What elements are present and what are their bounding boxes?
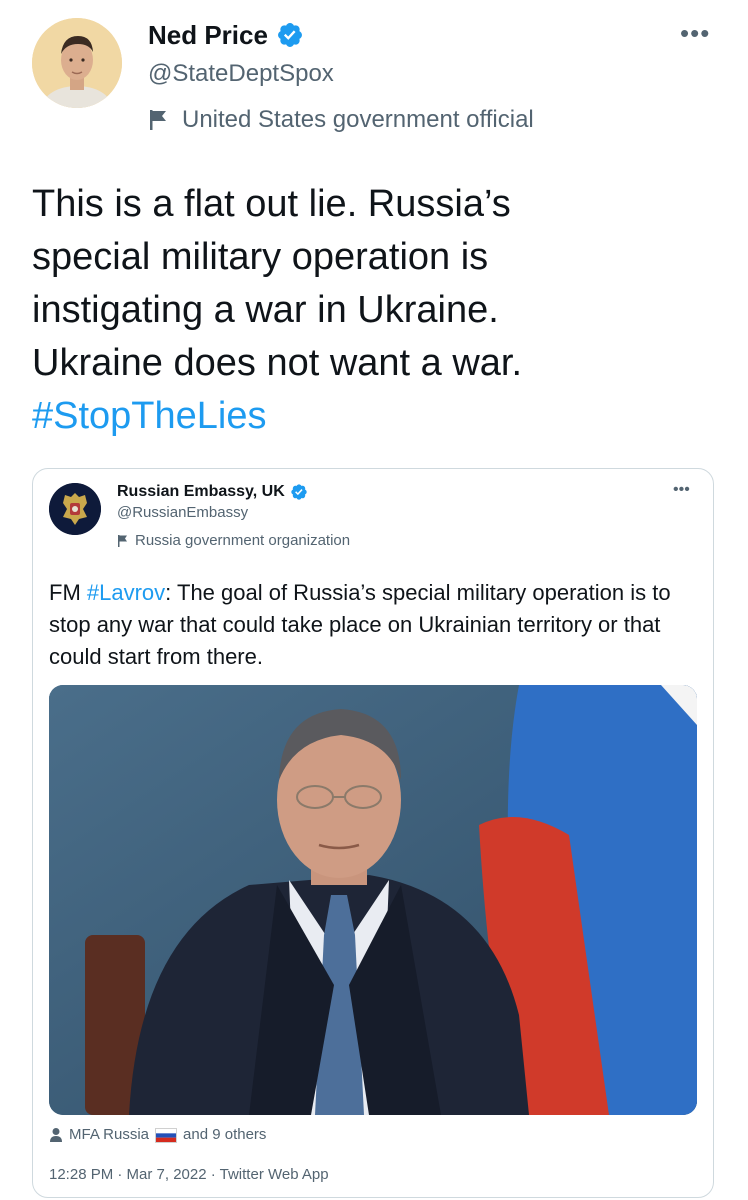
quoted-more-icon[interactable]: ••• bbox=[673, 481, 690, 499]
quoted-author-name[interactable]: Russian Embassy, UK bbox=[117, 481, 308, 503]
avatar-photo bbox=[32, 18, 122, 108]
person-icon bbox=[50, 1128, 62, 1142]
quoted-media-photo[interactable] bbox=[49, 685, 697, 1115]
author-handle[interactable]: @StateDeptSpox bbox=[148, 58, 334, 90]
quoted-text-prefix: FM bbox=[49, 580, 87, 605]
quoted-affiliation-text: Russia government organization bbox=[135, 532, 351, 549]
tagged-others[interactable]: and 9 others bbox=[183, 1125, 266, 1145]
tagged-primary[interactable]: MFA Russia bbox=[69, 1125, 149, 1145]
author-name-text[interactable]: Ned Price bbox=[148, 18, 268, 52]
author-name[interactable]: Ned Price bbox=[148, 18, 304, 52]
quoted-affiliation-label: Russia government organization bbox=[117, 531, 350, 551]
flag-icon bbox=[118, 535, 127, 547]
quoted-tweet-card[interactable]: Russian Embassy, UK @RussianEmbassy Russ… bbox=[32, 468, 714, 1198]
quoted-author-handle[interactable]: @RussianEmbassy bbox=[117, 503, 248, 523]
quoted-timestamp[interactable]: 12:28 PM · Mar 7, 2022 · Twitter Web App bbox=[49, 1165, 329, 1185]
tagged-users[interactable]: MFA Russia and 9 others bbox=[49, 1125, 266, 1145]
hashtag-link[interactable]: #StopTheLies bbox=[32, 390, 722, 443]
affiliation-text: United States government official bbox=[182, 106, 534, 133]
flag-icon bbox=[150, 110, 166, 130]
more-icon[interactable]: ••• bbox=[680, 20, 710, 46]
tweet-text-line: special military operation is bbox=[32, 236, 489, 278]
avatar[interactable] bbox=[32, 18, 122, 108]
verified-badge-icon bbox=[277, 23, 302, 47]
coat-of-arms-icon bbox=[49, 483, 101, 535]
tweet-text: This is a flat out lie. Russia’s special… bbox=[32, 178, 722, 443]
quoted-tweet-text: FM #Lavrov: The goal of Russia’s special… bbox=[49, 577, 699, 673]
quoted-hashtag-link[interactable]: #Lavrov bbox=[87, 580, 165, 605]
quoted-author-name-text[interactable]: Russian Embassy, UK bbox=[117, 481, 285, 503]
quoted-avatar[interactable] bbox=[49, 483, 101, 535]
tweet-text-line: instigating a war in Ukraine. bbox=[32, 289, 499, 331]
affiliation-label: United States government official bbox=[148, 104, 534, 136]
verified-badge-icon bbox=[291, 484, 307, 500]
tweet-text-line: Ukraine does not want a war. bbox=[32, 342, 523, 384]
tweet-text-line: This is a flat out lie. Russia’s bbox=[32, 183, 511, 225]
russia-flag-icon bbox=[155, 1127, 178, 1143]
photo-image bbox=[49, 685, 697, 1115]
